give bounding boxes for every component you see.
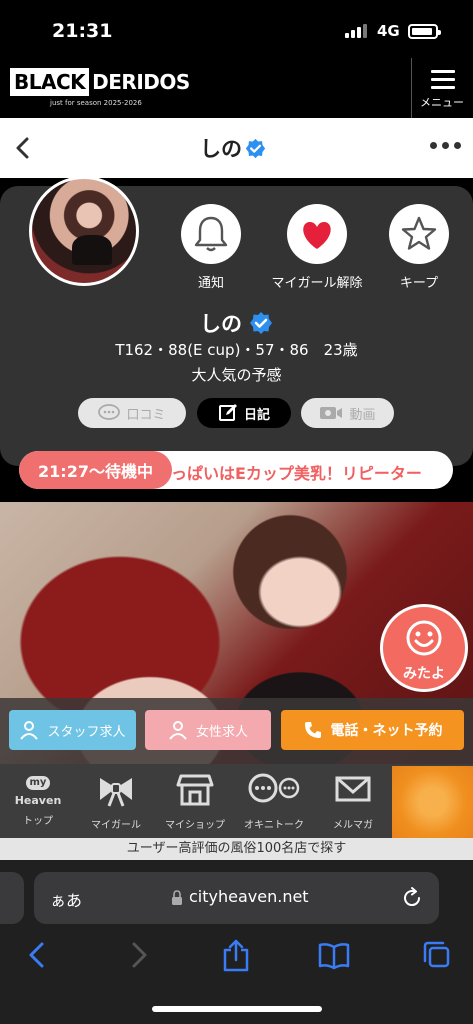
- bookmarks-icon[interactable]: [318, 938, 350, 972]
- verified-badge-icon: [245, 138, 266, 159]
- diary-tab[interactable]: 日記: [197, 398, 291, 428]
- my-logo: my: [26, 776, 50, 790]
- tab-mygirl[interactable]: マイガール: [81, 770, 151, 831]
- staff-recruit-label: スタッフ求人: [47, 724, 126, 740]
- video-tab[interactable]: 動画: [301, 398, 394, 428]
- tab-top[interactable]: my Heaven トップ: [3, 770, 73, 827]
- mygirl-label: マイガール解除: [271, 276, 363, 291]
- tab-mygirl-label: マイガール: [91, 820, 141, 831]
- diary-label: 日記: [243, 407, 270, 423]
- profile-name: しの: [200, 312, 242, 336]
- reload-icon[interactable]: [400, 886, 424, 910]
- network-type: 4G: [377, 22, 400, 40]
- back-arrow-icon[interactable]: [22, 938, 54, 972]
- tab-myshop[interactable]: マイショップ: [160, 770, 230, 831]
- page-nav-bar: しの: [0, 118, 473, 178]
- logo-black: BLACK: [10, 68, 90, 96]
- verified-badge-icon: [250, 312, 272, 334]
- notify-circle: [181, 204, 241, 264]
- chat-bubbles-icon: [248, 773, 300, 803]
- url-text: cityheaven.net: [189, 887, 309, 906]
- ranking-search-banner[interactable]: ユーザー高評価の風俗100名店で探す: [0, 838, 473, 860]
- notify-label: 通知: [197, 276, 224, 291]
- staff-recruit-button[interactable]: スタッフ求人: [9, 710, 136, 750]
- star-icon: [401, 216, 437, 250]
- ribbon-icon: [100, 778, 132, 807]
- person-icon: [20, 721, 39, 740]
- mygirl-remove-button[interactable]: マイガール解除: [271, 204, 363, 291]
- edit-icon: [218, 404, 237, 421]
- ad-thumbnail[interactable]: [392, 766, 473, 838]
- site-header: BLACK DERIDOS just for season 2025-2026 …: [0, 58, 473, 118]
- logo-deridos: DERIDOS: [92, 70, 190, 94]
- keep-button[interactable]: キープ: [387, 204, 451, 291]
- phone-icon: [304, 722, 321, 738]
- menu-button[interactable]: メニュー: [414, 68, 470, 114]
- reserve-label: 電話・ネット予約: [330, 723, 443, 739]
- heaven-logo: Heaven: [14, 794, 62, 807]
- reserve-button[interactable]: 電話・ネット予約: [281, 710, 464, 750]
- video-label: 動画: [349, 407, 376, 423]
- keep-circle: [389, 204, 449, 264]
- battery-icon: [408, 24, 441, 39]
- shop-icon: [176, 774, 214, 806]
- hamburger-icon: [431, 70, 455, 94]
- speech-bubble-icon: [98, 404, 121, 420]
- mygirl-circle: [287, 204, 347, 264]
- smile-icon: [406, 620, 442, 656]
- person-icon: [169, 721, 187, 740]
- mitayo-button[interactable]: みたよ: [380, 604, 468, 692]
- profile-tagline: 大人気の予感: [191, 366, 282, 384]
- page-title: しの: [200, 137, 242, 161]
- review-label: 口コミ: [126, 407, 166, 423]
- recruit-bar: スタッフ求人 女性求人 電話・ネット予約: [0, 698, 473, 764]
- tab-melmaga-label: メルマガ: [333, 820, 373, 831]
- bell-icon: [194, 216, 228, 252]
- tab-okini-label: オキニトーク: [244, 820, 304, 831]
- review-tab[interactable]: 口コミ: [78, 398, 186, 428]
- lock-icon: [172, 890, 182, 905]
- shop-logo[interactable]: BLACK DERIDOS: [10, 68, 193, 96]
- tab-melmaga[interactable]: メルマガ: [318, 770, 388, 831]
- back-chevron-icon[interactable]: [12, 136, 34, 160]
- female-recruit-label: 女性求人: [195, 724, 248, 740]
- ticker-message: っぱいはEカップ美乳！リピーター: [171, 464, 422, 483]
- tab-okini-talk[interactable]: オキニトーク: [239, 770, 309, 831]
- tab-myshop-label: マイショップ: [165, 820, 225, 831]
- profile-avatar[interactable]: [29, 176, 139, 286]
- menu-label: メニュー: [420, 96, 464, 109]
- waiting-badge: 21:27〜待機中: [19, 451, 172, 489]
- myheaven-logo-icon: my Heaven: [15, 770, 61, 810]
- address-bar[interactable]: ぁあ cityheaven.net: [34, 872, 439, 924]
- tabs-icon[interactable]: [420, 938, 452, 972]
- reader-options-button[interactable]: ぁあ: [50, 887, 82, 911]
- signal-icon: [345, 24, 369, 38]
- status-time: 21:31: [52, 20, 113, 42]
- heart-icon: [303, 222, 331, 249]
- forward-arrow-icon[interactable]: [122, 938, 154, 972]
- notify-button[interactable]: 通知: [179, 204, 243, 291]
- home-indicator[interactable]: [152, 1006, 322, 1012]
- mitayo-label: みたよ: [403, 666, 445, 682]
- menu-divider: [411, 58, 412, 118]
- share-icon[interactable]: [220, 938, 252, 972]
- mail-icon: [335, 776, 371, 802]
- status-ticker: っぱいはEカップ美乳！リピーター 21:27〜待機中: [19, 451, 453, 489]
- female-recruit-button[interactable]: 女性求人: [145, 710, 271, 750]
- tab-top-label: トップ: [23, 816, 53, 827]
- previous-tab-stub[interactable]: [0, 872, 24, 924]
- keep-label: キープ: [399, 276, 439, 291]
- video-camera-icon: [320, 407, 343, 419]
- logo-subtitle: just for season 2025-2026: [50, 99, 142, 107]
- profile-stats: T162・88(E cup)・57・86 23歳: [115, 341, 358, 359]
- more-options-icon[interactable]: [430, 142, 462, 152]
